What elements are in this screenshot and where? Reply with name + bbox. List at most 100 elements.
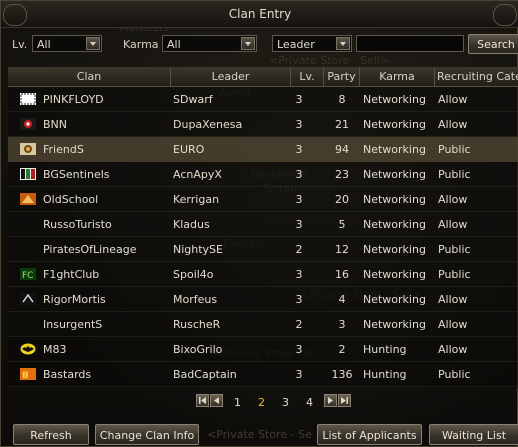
waiting-list-button[interactable]: Waiting List	[429, 424, 518, 445]
karma-cell: Networking	[363, 243, 426, 256]
recruiting-cell: Allow	[438, 218, 468, 231]
level-cell: 3	[295, 343, 303, 356]
table-row[interactable]: BNN DupaXenesa 3 21 Networking Allow	[8, 112, 518, 137]
column-header-recruiting[interactable]: Recruiting Categ	[435, 68, 518, 86]
chevron-down-icon[interactable]	[241, 37, 255, 50]
karma-cell: Networking	[363, 168, 426, 181]
karma-cell: Networking	[363, 143, 426, 156]
karma-filter-value: All	[167, 38, 181, 51]
clan-name-cell: InsurgentS	[43, 318, 103, 331]
party-cell: 16	[335, 268, 349, 281]
column-header-party[interactable]: Party	[324, 68, 360, 86]
last-page-icon[interactable]	[338, 394, 351, 407]
table-row[interactable]: OldSchool Kerrigan 3 20 Networking Allow	[8, 187, 518, 212]
clan-name-cell: BGSentinels	[43, 168, 110, 181]
page-number[interactable]: 4	[306, 396, 313, 409]
table-row[interactable]: BGSentinels AcnApyX 3 23 Networking Public	[8, 162, 518, 187]
filter-bar: Lv. All Karma All Leader Search	[1, 33, 518, 55]
pinkfloyd-crest-icon	[20, 93, 36, 105]
bastards-crest-icon: B	[20, 368, 36, 381]
list-of-applicants-button[interactable]: List of Applicants	[317, 424, 422, 445]
level-cell: 3	[295, 268, 303, 281]
column-header-clan[interactable]: Clan	[8, 68, 171, 86]
karma-cell: Networking	[363, 193, 426, 206]
search-type-dropdown[interactable]: Leader	[272, 35, 352, 52]
refresh-button[interactable]: Refresh	[13, 424, 89, 445]
change-clan-info-button[interactable]: Change Clan Info	[95, 424, 199, 445]
recruiting-cell: Allow	[438, 193, 468, 206]
clan-table: Clan Leader Lv. Party Karma Recruiting C…	[8, 67, 518, 388]
chevron-down-icon[interactable]	[336, 37, 350, 50]
title-bar[interactable]: Clan Entry	[1, 1, 518, 28]
table-row[interactable]: FC F1ghtClub Spoil4o 3 16 Networking Public	[8, 262, 518, 287]
first-page-icon[interactable]	[196, 394, 209, 407]
party-cell: 20	[335, 193, 349, 206]
level-cell: 2	[295, 243, 303, 256]
level-cell: 3	[295, 193, 303, 206]
karma-cell: Networking	[363, 93, 426, 106]
leader-cell: SDwarf	[173, 93, 213, 106]
next-page-icon[interactable]	[324, 394, 337, 407]
clan-name-cell: RussoTuristo	[43, 218, 112, 231]
table-row[interactable]: PiratesOfLineage NightySE 2 12 Networking Pub…	[8, 237, 518, 262]
clan-name-cell: M83	[43, 343, 67, 356]
clan-name-cell: Bastards	[43, 368, 92, 381]
clan-name-cell: BNN	[43, 118, 68, 131]
page-number-current[interactable]: 2	[258, 396, 265, 409]
table-row[interactable]: B Bastards BadCaptain 3 136 Hunting Public	[8, 362, 518, 387]
pagination: 1 2 3 4	[1, 393, 518, 411]
leader-cell: Spoil4o	[173, 268, 214, 281]
bnn-crest-icon	[20, 118, 36, 130]
party-cell: 136	[331, 368, 353, 381]
table-row[interactable]: PINKFLOYD SDwarf 3 8 Networking Allow	[8, 87, 518, 112]
table-row[interactable]: RussoTuristo Kladus 3 5 Networking Allow	[8, 212, 518, 237]
page-number[interactable]: 1	[234, 396, 241, 409]
leader-cell: NightySE	[173, 243, 223, 256]
recruiting-cell: Allow	[438, 293, 468, 306]
recruiting-cell: Allow	[438, 118, 468, 131]
table-row[interactable]: RigorMortis Morfeus 3 4 Networking Allow	[8, 287, 518, 312]
svg-text:B: B	[22, 371, 29, 380]
column-header-karma[interactable]: Karma	[360, 68, 435, 86]
karma-cell: Hunting	[363, 368, 407, 381]
window-title: Clan Entry	[228, 7, 292, 21]
clan-name-cell: PINKFLOYD	[43, 93, 104, 106]
lv-filter-dropdown[interactable]: All	[32, 35, 102, 52]
karma-cell: Networking	[363, 293, 426, 306]
frame-ornament-icon	[493, 4, 517, 26]
party-cell: 3	[338, 318, 346, 331]
table-row[interactable]: FriendS EURO 3 94 Networking Public	[8, 137, 518, 162]
bgsentinels-crest-icon	[20, 168, 36, 180]
f1ghtclub-crest-icon: FC	[20, 268, 36, 281]
lv-filter-label: Lv.	[12, 38, 28, 51]
recruiting-cell: Public	[438, 243, 471, 256]
leader-cell: RuscheR	[173, 318, 221, 331]
clan-name-cell: FriendS	[43, 143, 84, 156]
level-cell: 3	[295, 293, 303, 306]
previous-page-icon[interactable]	[210, 394, 223, 407]
clan-name-cell: OldSchool	[43, 193, 99, 206]
table-header: Clan Leader Lv. Party Karma Recruiting C…	[8, 68, 518, 87]
chevron-down-icon[interactable]	[86, 37, 100, 50]
table-row[interactable]: M83 BixoGrilo 3 2 Hunting Allow	[8, 337, 518, 362]
karma-filter-dropdown[interactable]: All	[162, 35, 257, 52]
search-input[interactable]	[356, 35, 464, 52]
recruiting-cell: Public	[438, 168, 471, 181]
column-header-lv[interactable]: Lv.	[291, 68, 324, 86]
background-text: <Private Store - Sell>	[269, 54, 390, 67]
oldschool-crest-icon	[20, 193, 36, 205]
column-header-leader[interactable]: Leader	[171, 68, 291, 86]
level-cell: 3	[295, 93, 303, 106]
party-cell: 8	[338, 93, 346, 106]
recruiting-cell: Public	[438, 368, 471, 381]
party-cell: 12	[335, 243, 349, 256]
level-cell: 3	[295, 143, 303, 156]
clan-entry-window: Monsters <Private Store - Sell> Aurell R…	[0, 0, 518, 447]
karma-cell: Networking	[363, 118, 426, 131]
search-type-value: Leader	[277, 38, 315, 51]
rigormortis-crest-icon	[20, 293, 36, 305]
table-row[interactable]: InsurgentS RuscheR 2 3 Networking Allow	[8, 312, 518, 337]
search-button[interactable]: Search	[468, 34, 518, 54]
recruiting-cell: Allow	[438, 318, 468, 331]
page-number[interactable]: 3	[282, 396, 289, 409]
